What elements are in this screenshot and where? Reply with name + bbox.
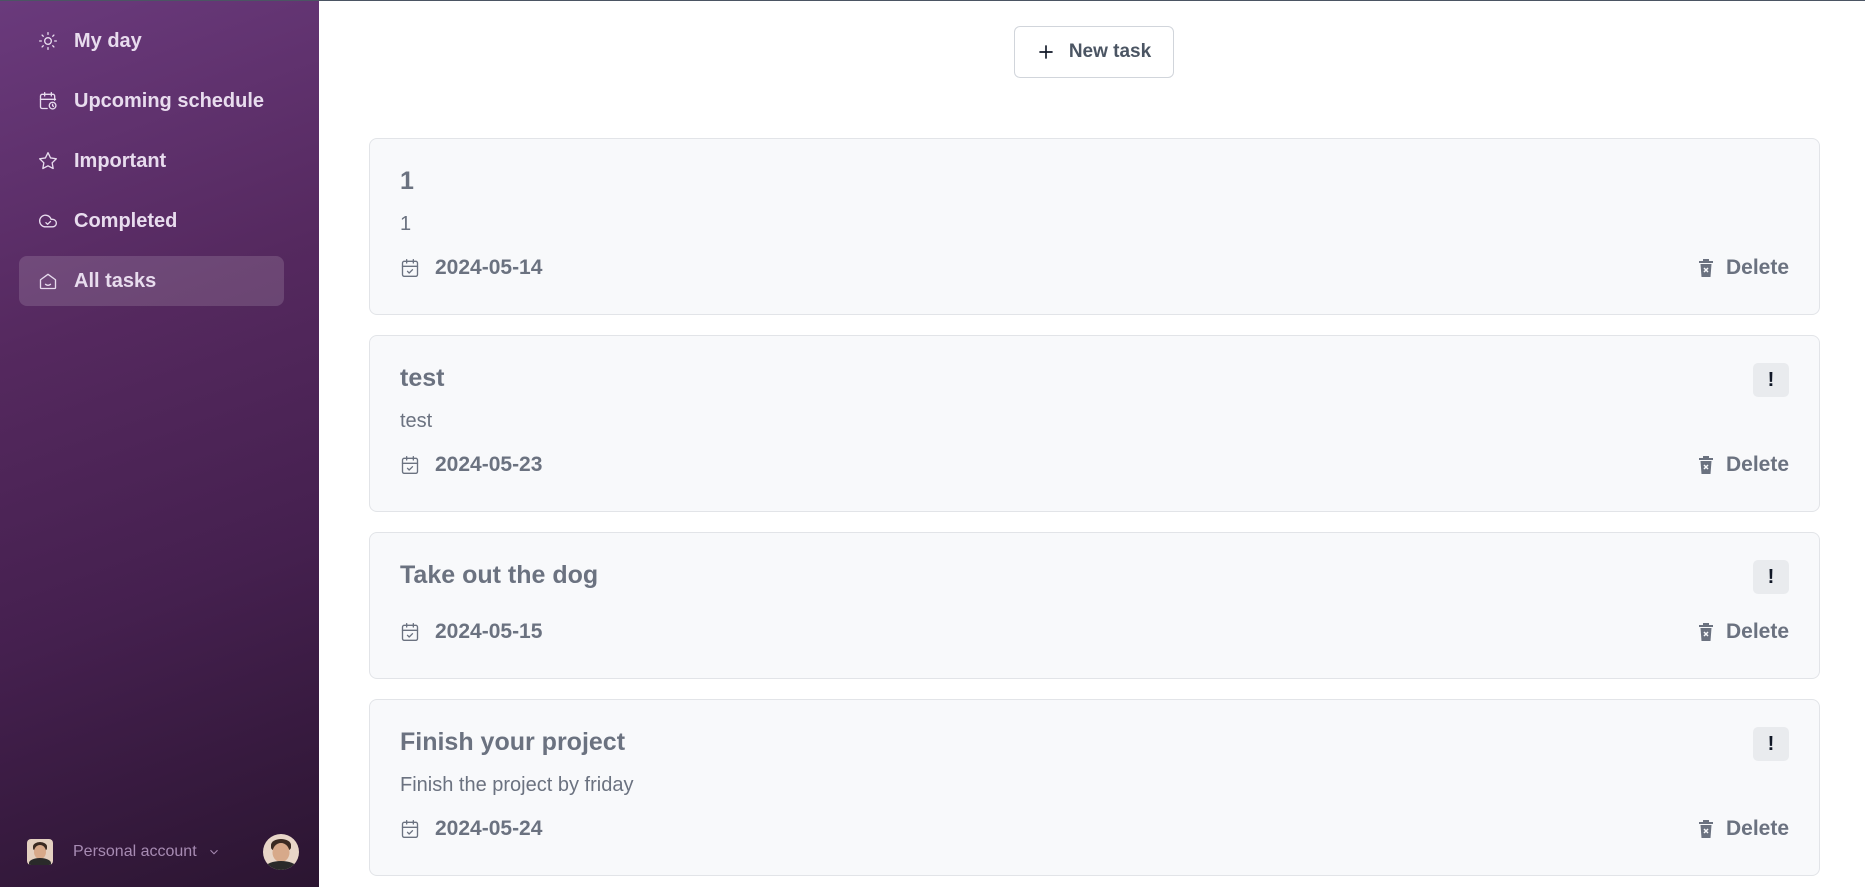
- trash-icon: [1698, 820, 1714, 838]
- important-toggle[interactable]: !: [1753, 560, 1789, 594]
- delete-label: Delete: [1725, 817, 1789, 840]
- sidebar-item-important[interactable]: Important: [19, 136, 284, 186]
- sidebar: My day Upcoming schedule Important Compl…: [0, 0, 319, 887]
- sidebar-item-label: All tasks: [74, 269, 157, 292]
- top-border: [0, 0, 1865, 1]
- task-description: 1: [400, 213, 412, 235]
- task-date-text: 2024-05-23: [435, 453, 543, 476]
- sidebar-item-label: Important: [74, 149, 167, 172]
- calendar-check-icon: [400, 819, 420, 839]
- account-label: Personal account: [73, 843, 197, 860]
- sidebar-item-label: Completed: [74, 209, 178, 232]
- task-description: Finish the project by friday: [400, 774, 634, 796]
- calendar-check-icon: [400, 258, 420, 278]
- cloud-check-icon: [38, 211, 58, 231]
- trash-icon: [1698, 456, 1714, 474]
- task-date: 2024-05-14: [400, 256, 542, 280]
- delete-label: Delete: [1725, 620, 1789, 643]
- new-task-label: New task: [1068, 41, 1152, 62]
- trash-icon: [1698, 259, 1714, 277]
- sidebar-item-upcoming-schedule[interactable]: Upcoming schedule: [19, 76, 284, 126]
- user-avatar[interactable]: [263, 834, 299, 870]
- delete-label: Delete: [1725, 256, 1789, 279]
- plus-icon: [1037, 43, 1055, 61]
- new-task-button[interactable]: New task: [1014, 26, 1174, 78]
- task-card[interactable]: Take out the dog ! 2024-05-15 Delete: [369, 532, 1820, 679]
- task-date: 2024-05-24: [400, 817, 542, 841]
- task-description: test: [400, 410, 433, 432]
- delete-button[interactable]: Delete: [1698, 256, 1789, 280]
- trash-icon: [1698, 623, 1714, 641]
- task-date-text: 2024-05-15: [435, 620, 543, 643]
- delete-label: Delete: [1725, 453, 1789, 476]
- task-date-text: 2024-05-14: [435, 256, 543, 279]
- task-date: 2024-05-23: [400, 453, 542, 477]
- task-date-text: 2024-05-24: [435, 817, 543, 840]
- sidebar-item-completed[interactable]: Completed: [19, 196, 284, 246]
- task-title: test: [400, 364, 445, 392]
- sidebar-item-label: My day: [74, 29, 142, 52]
- sidebar-item-my-day[interactable]: My day: [19, 16, 284, 66]
- sun-icon: [38, 31, 58, 51]
- calendar-clock-icon: [38, 91, 58, 111]
- account-switcher[interactable]: Personal account: [27, 834, 299, 870]
- task-card[interactable]: Finish your project ! Finish the project…: [369, 699, 1820, 876]
- task-title: Take out the dog: [400, 561, 599, 589]
- important-toggle[interactable]: !: [1753, 727, 1789, 761]
- task-date: 2024-05-15: [400, 620, 542, 644]
- home-icon: [38, 271, 58, 291]
- chevron-down-icon: [207, 845, 221, 859]
- important-toggle[interactable]: !: [1753, 363, 1789, 397]
- task-title: Finish your project: [400, 728, 626, 756]
- sidebar-item-all-tasks[interactable]: All tasks: [19, 256, 284, 306]
- sidebar-item-label: Upcoming schedule: [74, 89, 265, 112]
- task-title: 1: [400, 167, 414, 195]
- star-icon: [38, 151, 58, 171]
- calendar-check-icon: [400, 455, 420, 475]
- delete-button[interactable]: Delete: [1698, 817, 1789, 841]
- task-card[interactable]: test ! test 2024-05-23 Delete: [369, 335, 1820, 512]
- sidebar-nav: My day Upcoming schedule Important Compl…: [19, 16, 284, 316]
- delete-button[interactable]: Delete: [1698, 620, 1789, 644]
- task-card[interactable]: 1 1 2024-05-14 Delete: [369, 138, 1820, 315]
- avatar: [27, 839, 53, 865]
- delete-button[interactable]: Delete: [1698, 453, 1789, 477]
- calendar-check-icon: [400, 622, 420, 642]
